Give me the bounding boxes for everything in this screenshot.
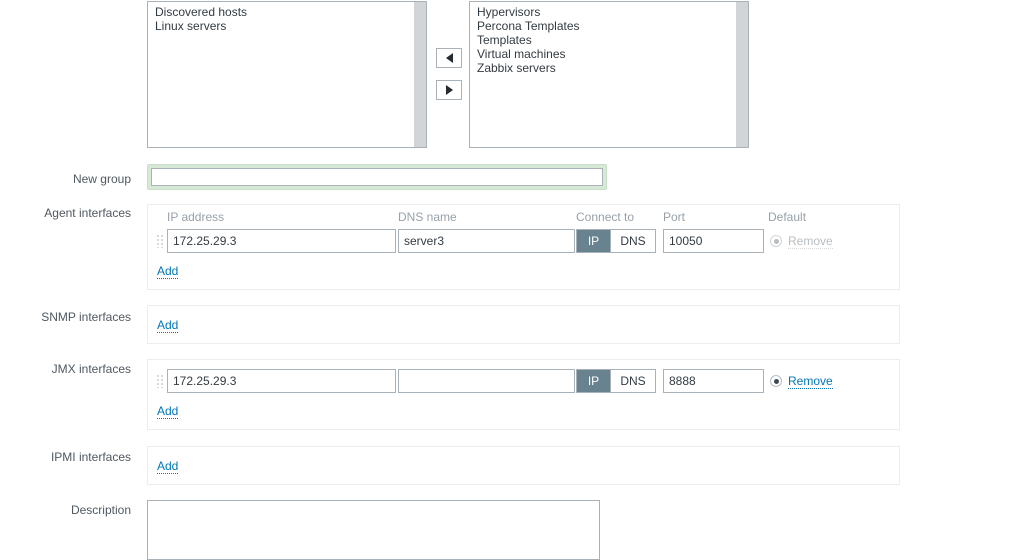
jmx-row-drag-handle-icon[interactable]: [156, 374, 164, 388]
jmx-connect-to-ip-option[interactable]: IP: [577, 370, 610, 392]
jmx-ip-address-input[interactable]: [167, 369, 396, 393]
jmx-dns-name-input[interactable]: [398, 369, 575, 393]
agent-interfaces-label: Agent interfaces: [44, 206, 131, 220]
host-groups-selected-listbox[interactable]: Hypervisors Percona Templates Templates …: [469, 1, 749, 148]
agent-dns-name-input[interactable]: [398, 229, 575, 253]
jmx-interfaces-panel: IP DNS Remove Add: [147, 359, 900, 430]
ipmi-interfaces-panel: Add: [147, 446, 900, 485]
list-item[interactable]: Percona Templates: [476, 19, 735, 33]
move-left-button[interactable]: [436, 48, 462, 68]
agent-port-input[interactable]: [663, 229, 764, 253]
agent-default-radio[interactable]: [770, 235, 782, 247]
jmx-add-link[interactable]: Add: [157, 404, 179, 419]
agent-add-link[interactable]: Add: [157, 264, 179, 279]
agent-connect-to-dns-option[interactable]: DNS: [610, 230, 655, 252]
host-groups-available-options[interactable]: Discovered hosts Linux servers: [148, 2, 413, 147]
jmx-connect-to-dns-option[interactable]: DNS: [610, 370, 655, 392]
agent-col-connect-to: Connect to: [576, 210, 635, 224]
snmp-add-link[interactable]: Add: [157, 318, 179, 333]
host-groups-available-listbox[interactable]: Discovered hosts Linux servers: [147, 1, 427, 148]
triangle-right-icon: [445, 85, 453, 95]
ipmi-add-link[interactable]: Add: [157, 459, 179, 474]
jmx-remove-link[interactable]: Remove: [788, 374, 833, 389]
agent-interfaces-panel: IP address DNS name Connect to Port Defa…: [147, 204, 900, 290]
ipmi-interfaces-label: IPMI interfaces: [50, 450, 131, 464]
list-item[interactable]: Zabbix servers: [476, 61, 735, 75]
agent-connect-to-toggle[interactable]: IP DNS: [576, 229, 656, 253]
description-label: Description: [70, 503, 131, 517]
jmx-connect-to-toggle[interactable]: IP DNS: [576, 369, 656, 393]
move-right-button[interactable]: [436, 80, 462, 100]
list-item[interactable]: Hypervisors: [476, 5, 735, 19]
agent-connect-to-ip-option[interactable]: IP: [577, 230, 610, 252]
new-group-input[interactable]: [151, 168, 603, 186]
agent-ip-address-input[interactable]: [167, 229, 396, 253]
list-item[interactable]: Templates: [476, 33, 735, 47]
agent-col-ip-address: IP address: [167, 210, 225, 224]
selected-listbox-scrollbar[interactable]: [735, 2, 748, 147]
agent-col-port: Port: [663, 210, 686, 224]
agent-remove-link[interactable]: Remove: [788, 234, 833, 249]
jmx-default-radio[interactable]: [770, 375, 782, 387]
available-listbox-scrollbar[interactable]: [413, 2, 426, 147]
new-group-label: New group: [72, 172, 131, 186]
list-item[interactable]: Linux servers: [154, 19, 413, 33]
triangle-left-icon: [445, 53, 453, 63]
agent-col-default: Default: [768, 210, 807, 224]
host-groups-selected-options[interactable]: Hypervisors Percona Templates Templates …: [470, 2, 735, 147]
snmp-interfaces-panel: Add: [147, 305, 900, 344]
description-textarea[interactable]: [147, 500, 600, 560]
agent-col-dns-name: DNS name: [398, 210, 457, 224]
jmx-port-input[interactable]: [663, 369, 764, 393]
jmx-interfaces-label: JMX interfaces: [51, 362, 131, 376]
agent-row-drag-handle-icon[interactable]: [156, 234, 164, 248]
list-item[interactable]: Discovered hosts: [154, 5, 413, 19]
snmp-interfaces-label: SNMP interfaces: [41, 310, 131, 324]
list-item[interactable]: Virtual machines: [476, 47, 735, 61]
new-group-field-wrapper: [147, 164, 607, 190]
